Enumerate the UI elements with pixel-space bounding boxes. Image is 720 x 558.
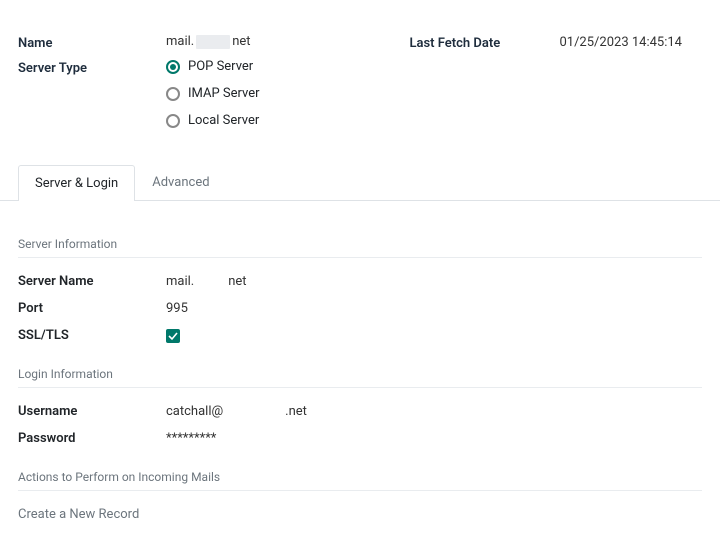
check-icon bbox=[168, 331, 178, 341]
radio-unselected-icon bbox=[166, 114, 180, 128]
ssl-tls-checkbox[interactable] bbox=[166, 329, 180, 343]
tab-server-login[interactable]: Server & Login bbox=[18, 165, 135, 201]
username-label: Username bbox=[18, 404, 166, 419]
last-fetch-value: 01/25/2023 14:45:14 bbox=[559, 34, 682, 51]
section-login-information: Login Information bbox=[18, 349, 702, 388]
name-value: mail.net bbox=[166, 34, 251, 49]
radio-unselected-icon bbox=[166, 87, 180, 101]
radio-label: Local Server bbox=[188, 113, 259, 128]
name-label: Name bbox=[18, 34, 166, 51]
server-name-value[interactable]: mail.net bbox=[166, 274, 247, 289]
radio-pop-server[interactable]: POP Server bbox=[166, 59, 260, 74]
tab-advanced[interactable]: Advanced bbox=[135, 164, 226, 200]
radio-local-server[interactable]: Local Server bbox=[166, 113, 260, 128]
radio-imap-server[interactable]: IMAP Server bbox=[166, 86, 260, 101]
port-label: Port bbox=[18, 301, 166, 316]
tabbar: Server & Login Advanced bbox=[0, 146, 720, 201]
radio-selected-icon bbox=[166, 60, 180, 74]
server-name-label: Server Name bbox=[18, 274, 166, 289]
section-server-information: Server Information bbox=[18, 219, 702, 258]
radio-label: IMAP Server bbox=[188, 86, 260, 101]
section-actions-incoming: Actions to Perform on Incoming Mails bbox=[18, 452, 702, 491]
radio-label: POP Server bbox=[188, 59, 253, 74]
last-fetch-label: Last Fetch Date bbox=[409, 34, 559, 51]
password-label: Password bbox=[18, 431, 166, 446]
server-type-label: Server Type bbox=[18, 59, 166, 76]
username-value[interactable]: catchall@.net bbox=[166, 404, 307, 419]
password-value[interactable]: ********* bbox=[166, 431, 216, 446]
port-value[interactable]: 995 bbox=[166, 301, 188, 316]
create-new-record-link[interactable]: Create a New Record bbox=[18, 501, 702, 528]
ssl-tls-label: SSL/TLS bbox=[18, 328, 166, 343]
